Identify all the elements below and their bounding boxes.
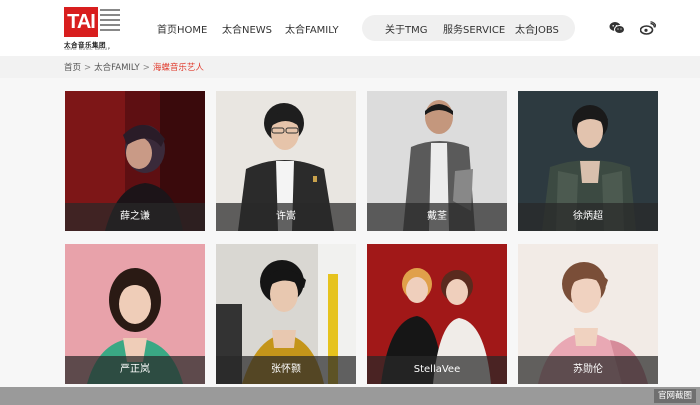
logo-mark: TAI [64, 7, 120, 37]
bottom-bar: 官网截图 [0, 387, 700, 405]
screenshot-tag: 官网截图 [653, 389, 696, 403]
nav-news[interactable]: 太合NEWS [222, 21, 272, 36]
weibo-icon[interactable] [639, 20, 657, 35]
artist-card[interactable]: 张怀颢 [216, 244, 356, 384]
artist-name: 严正岚 [65, 356, 205, 384]
site-header: TAI 太合音乐集团 TAIHE MUSIC GROUP 首页HOME 太合NE… [0, 0, 700, 56]
breadcrumb-separator: > [84, 63, 92, 73]
secondary-nav-pill: 关于TMG 服务SERVICE 太合JOBS [362, 15, 575, 41]
wechat-icon[interactable] [609, 20, 625, 34]
artist-grid: 薛之谦 许嵩 戴荃 徐炳超 严正岚 张怀颢 StellaVee 苏勋伦 [0, 78, 700, 405]
breadcrumb: 首页 > 太合FAMILY > 海蝶音乐艺人 [64, 61, 204, 73]
artist-card[interactable]: 严正岚 [65, 244, 205, 384]
logo-english-name: TAIHE MUSIC GROUP [64, 47, 111, 51]
nav-home[interactable]: 首页HOME [157, 21, 207, 36]
artist-card[interactable]: 薛之谦 [65, 91, 205, 231]
nav-service[interactable]: 服务SERVICE [443, 21, 505, 36]
logo-stripes [100, 9, 120, 35]
nav-jobs[interactable]: 太合JOBS [515, 21, 559, 36]
artist-name: 张怀颢 [216, 356, 356, 384]
nav-about-tmg[interactable]: 关于TMG [385, 21, 428, 36]
logo-tai-text: TAI [64, 7, 98, 37]
breadcrumb-family[interactable]: 太合FAMILY [94, 63, 140, 73]
artist-card[interactable]: StellaVee [367, 244, 507, 384]
artist-name: 许嵩 [216, 203, 356, 231]
artist-card[interactable]: 徐炳超 [518, 91, 658, 231]
breadcrumb-current: 海蝶音乐艺人 [152, 63, 204, 73]
artist-card[interactable]: 苏勋伦 [518, 244, 658, 384]
artist-name: 薛之谦 [65, 203, 205, 231]
artist-name: StellaVee [367, 356, 507, 384]
nav-family[interactable]: 太合FAMILY [285, 21, 339, 36]
taihe-logo[interactable]: TAI 太合音乐集团 TAIHE MUSIC GROUP [64, 7, 120, 51]
artist-name: 戴荃 [367, 203, 507, 231]
artist-card[interactable]: 戴荃 [367, 91, 507, 231]
breadcrumb-bar: 首页 > 太合FAMILY > 海蝶音乐艺人 [0, 56, 700, 78]
artist-name: 苏勋伦 [518, 356, 658, 384]
breadcrumb-home[interactable]: 首页 [64, 63, 81, 73]
artist-card[interactable]: 许嵩 [216, 91, 356, 231]
artist-name: 徐炳超 [518, 203, 658, 231]
breadcrumb-separator: > [142, 63, 150, 73]
